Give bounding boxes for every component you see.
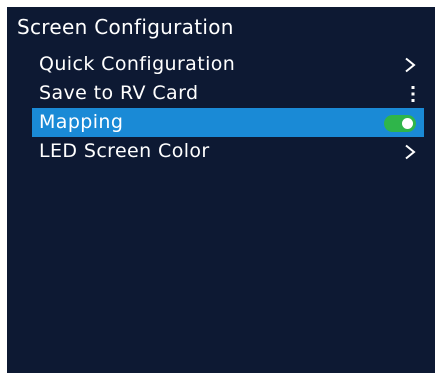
chevron-right-icon xyxy=(404,50,416,79)
menu-item-led-screen-color[interactable]: LED Screen Color xyxy=(32,137,424,166)
screen-configuration-panel: Screen Configuration Quick Configuration… xyxy=(7,7,435,373)
menu-item-label: Mapping xyxy=(39,111,124,133)
menu-item-mapping[interactable]: Mapping xyxy=(32,108,424,137)
menu-item-save-to-rv-card[interactable]: Save to RV Card xyxy=(32,79,424,108)
toggle-knob xyxy=(402,118,413,129)
menu-item-quick-configuration[interactable]: Quick Configuration xyxy=(32,50,424,79)
page-title: Screen Configuration xyxy=(17,15,234,39)
menu-item-label: Quick Configuration xyxy=(39,53,236,75)
chevron-right-icon xyxy=(404,137,416,166)
mapping-toggle[interactable] xyxy=(384,115,416,132)
menu-list: Quick Configuration Save to RV Card Mapp… xyxy=(32,50,424,166)
menu-item-label: Save to RV Card xyxy=(39,82,199,104)
more-vertical-icon xyxy=(410,79,416,108)
menu-item-label: LED Screen Color xyxy=(39,140,210,162)
